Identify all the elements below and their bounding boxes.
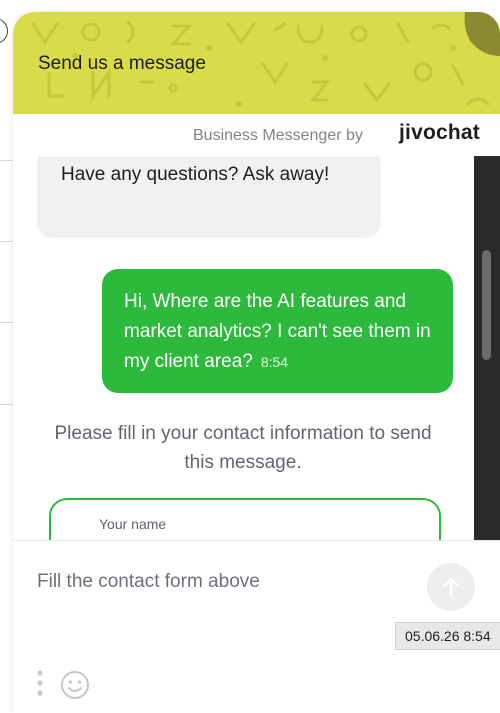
vertical-dots-icon[interactable]	[34, 669, 46, 701]
divider	[0, 241, 14, 242]
chat-widget: Send us a message Business Messenger by …	[13, 12, 500, 713]
name-field-label[interactable]: Your name	[99, 516, 166, 532]
background-radio-icon	[0, 18, 8, 44]
branding-bar: Business Messenger by jivochat	[13, 114, 500, 156]
scrollbar-thumb[interactable]	[482, 250, 491, 360]
divider	[0, 160, 14, 161]
outgoing-message: Hi, Where are the AI features and market…	[102, 269, 453, 393]
smiley-icon[interactable]	[59, 669, 91, 701]
send-button[interactable]	[427, 563, 475, 611]
timestamp-tooltip: 05.06.26 8:54	[395, 622, 500, 650]
branding-text: Business Messenger by	[193, 127, 363, 144]
message-time: 8:54	[260, 354, 289, 370]
message-scrollbar[interactable]	[474, 156, 500, 540]
chat-header: Send us a message	[13, 12, 500, 114]
contact-info-notice: Please fill in your contact information …	[54, 423, 432, 473]
divider	[0, 322, 14, 323]
contact-form: Your name	[49, 498, 441, 540]
incoming-message: Have any questions? Ask away!	[37, 156, 381, 238]
divider	[0, 404, 14, 405]
header-title: Send us a message	[38, 53, 206, 74]
message-input[interactable]: Fill the contact form above	[37, 571, 260, 593]
message-text: Have any questions? Ask away!	[61, 164, 330, 185]
message-list[interactable]: Have any questions? Ask away! Hi, Where …	[13, 156, 474, 540]
jivochat-logo[interactable]: jivochat	[399, 121, 480, 145]
arrow-up-icon	[442, 577, 460, 598]
